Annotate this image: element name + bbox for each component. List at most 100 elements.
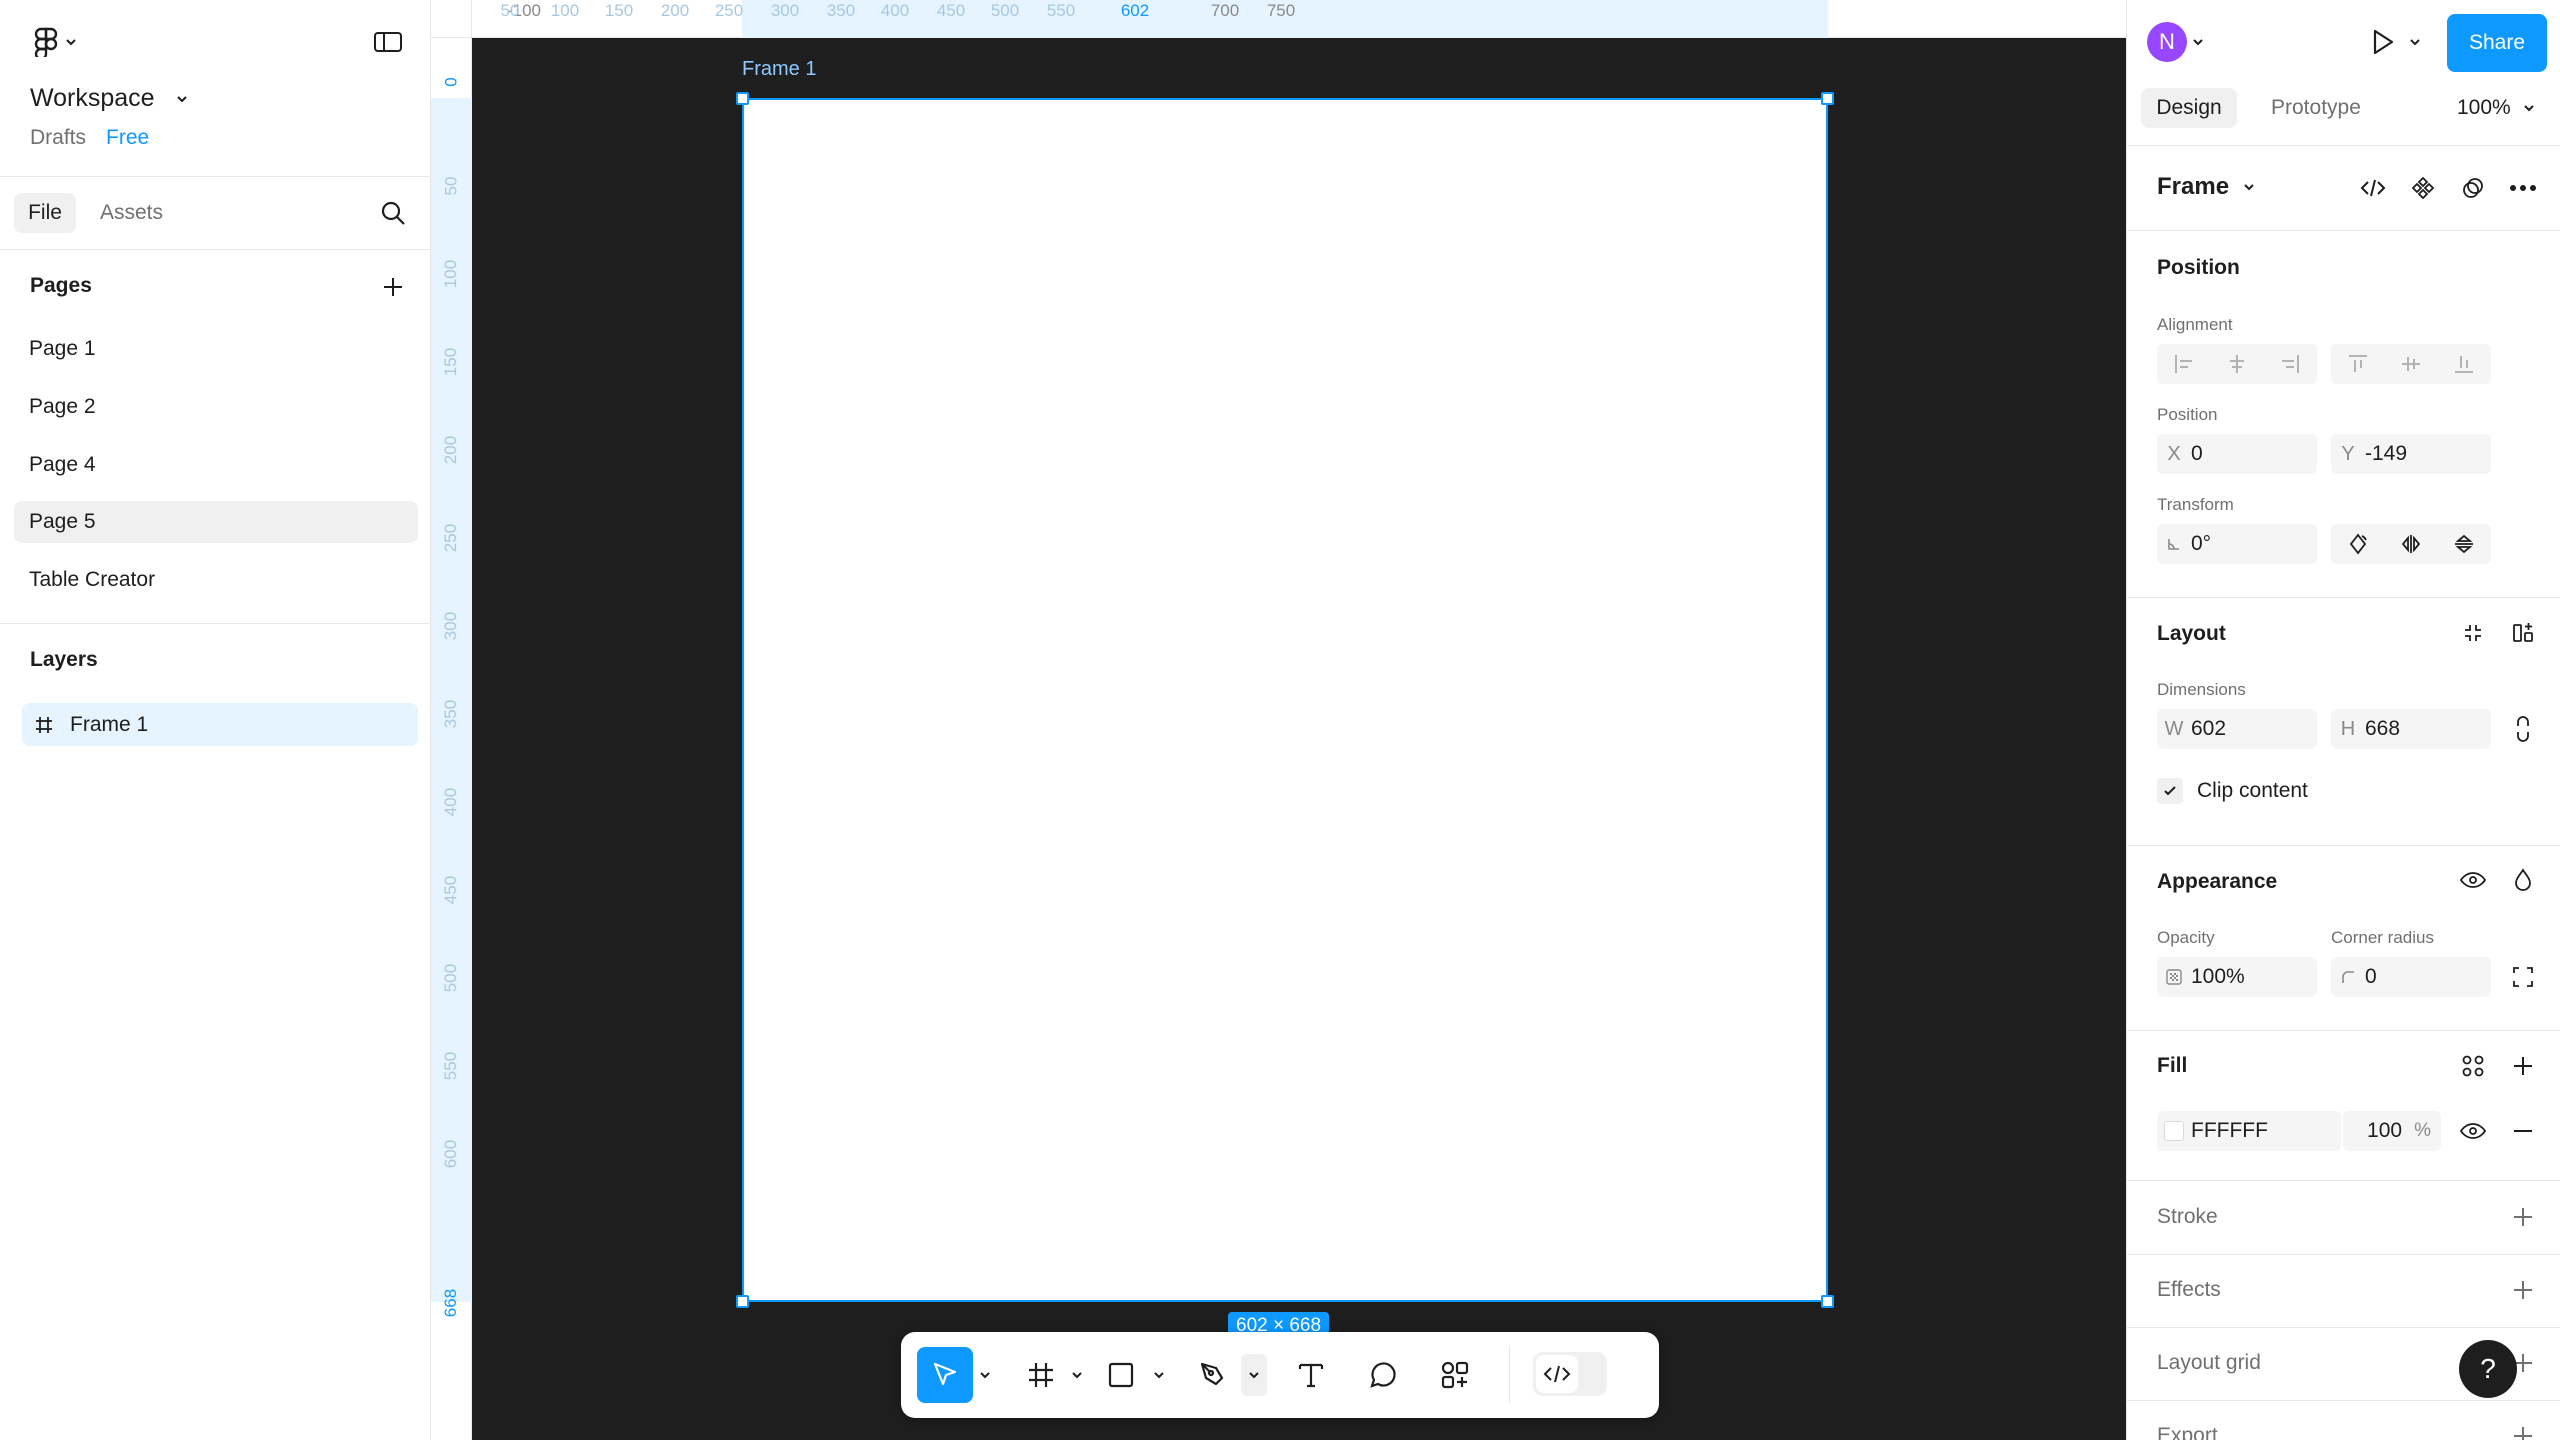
tab-assets[interactable]: Assets xyxy=(86,193,177,233)
page-item[interactable]: Table Creator xyxy=(14,559,418,601)
page-item[interactable]: Page 1 xyxy=(14,328,418,370)
align-right-button[interactable] xyxy=(2263,344,2316,384)
share-button[interactable]: Share xyxy=(2447,14,2547,72)
vertical-ruler[interactable]: 0 50 100 150 200 250 300 350 400 450 500 550 600 668 xyxy=(431,38,472,1440)
remove-fill-button[interactable] xyxy=(2503,1111,2543,1151)
add-page-button[interactable] xyxy=(376,270,410,304)
avatar[interactable]: N xyxy=(2147,22,2187,62)
actions-tool-button[interactable] xyxy=(1427,1347,1483,1403)
rotation-field[interactable]: 0° xyxy=(2157,524,2317,564)
constrain-proportions-button[interactable] xyxy=(2503,709,2543,749)
fill-styles-button[interactable] xyxy=(2453,1046,2493,1086)
clip-content-checkbox[interactable]: Clip content xyxy=(2157,778,2308,804)
chevron-down-icon xyxy=(2410,39,2420,46)
opacity-label: Opacity xyxy=(2157,928,2215,947)
fill-opacity-value: 100 xyxy=(2367,1119,2403,1142)
move-tool-button[interactable] xyxy=(917,1347,973,1403)
help-button[interactable]: ? xyxy=(2459,1340,2517,1398)
add-auto-layout-button[interactable] xyxy=(2503,613,2543,653)
drafts-link[interactable]: Drafts xyxy=(30,126,86,150)
blend-mode-button[interactable] xyxy=(2503,860,2543,900)
dev-mode-toggle[interactable] xyxy=(1533,1352,1607,1396)
transform-label: Transform xyxy=(2157,495,2234,514)
ruler-tick-label: 400 xyxy=(880,1,910,20)
add-stroke-button[interactable] xyxy=(2503,1197,2543,1237)
corner-radius-field[interactable]: 0 xyxy=(2331,957,2491,997)
more-icon xyxy=(2510,185,2536,191)
workspace-name: Workspace xyxy=(30,84,155,112)
avatar-menu[interactable] xyxy=(2189,32,2207,52)
fill-color-field[interactable]: FFFFFF xyxy=(2157,1111,2341,1151)
layers-header: Layers xyxy=(30,648,98,671)
resize-handle-tl[interactable] xyxy=(736,92,749,105)
resize-handle-tr[interactable] xyxy=(1821,92,1834,105)
add-effect-button[interactable] xyxy=(2503,1270,2543,1310)
text-tool-button[interactable] xyxy=(1283,1347,1339,1403)
align-bottom-button[interactable] xyxy=(2437,344,2490,384)
fill-visibility-button[interactable] xyxy=(2453,1111,2493,1151)
align-center-h-button[interactable] xyxy=(2210,344,2263,384)
workspace-selector[interactable]: Workspace xyxy=(30,84,189,113)
align-left-button[interactable] xyxy=(2157,344,2210,384)
layer-item-frame-1[interactable]: Frame 1 xyxy=(22,703,418,746)
search-button[interactable] xyxy=(374,194,412,232)
main-menu-button[interactable] xyxy=(28,24,84,60)
toggle-visibility-button[interactable] xyxy=(2453,860,2493,900)
code-view-button[interactable] xyxy=(2353,168,2393,208)
tab-file[interactable]: File xyxy=(14,193,76,233)
create-component-button[interactable] xyxy=(2403,168,2443,208)
canvas[interactable]: Frame 1 602 × 668 xyxy=(472,38,2126,1440)
sidebar-toggle-button[interactable] xyxy=(370,26,406,58)
present-button[interactable] xyxy=(2363,22,2403,62)
fill-percent-sign: % xyxy=(2414,1120,2431,1141)
frame-1[interactable] xyxy=(736,92,1834,1308)
pen-tool-menu[interactable] xyxy=(1241,1354,1267,1396)
corner-radius-label: Corner radius xyxy=(2331,928,2434,947)
page-item[interactable]: Page 2 xyxy=(14,386,418,428)
ruler-tick-text: 0 xyxy=(441,77,461,87)
independent-corners-button[interactable] xyxy=(2503,957,2543,997)
flip-vertical-button[interactable] xyxy=(2437,524,2490,564)
plan-badge[interactable]: Free xyxy=(106,126,149,150)
pen-tool-button[interactable] xyxy=(1185,1347,1241,1403)
frame-name-label[interactable]: Frame 1 xyxy=(742,58,816,81)
comment-tool-button[interactable] xyxy=(1355,1347,1411,1403)
y-position-field[interactable]: Y -149 xyxy=(2331,434,2491,474)
resize-handle-bl[interactable] xyxy=(736,1295,749,1308)
chevron-down-icon xyxy=(2524,105,2534,112)
page-item[interactable]: Page 4 xyxy=(14,444,418,486)
frame-tool-menu[interactable] xyxy=(1067,1362,1087,1388)
page-item[interactable]: Page 5 xyxy=(14,501,418,543)
color-swatch[interactable] xyxy=(2157,1121,2191,1141)
x-position-field[interactable]: X 0 xyxy=(2157,434,2317,474)
more-options-button[interactable] xyxy=(2503,168,2543,208)
chevron-down-icon xyxy=(1154,1372,1164,1379)
tab-prototype[interactable]: Prototype xyxy=(2259,88,2373,128)
ruler-tick-text: 100 xyxy=(441,259,461,289)
collapse-layout-button[interactable] xyxy=(2453,613,2493,653)
frame-type-selector[interactable]: Frame xyxy=(2157,173,2255,201)
frame-tool-button[interactable] xyxy=(1013,1347,1069,1403)
align-middle-button[interactable] xyxy=(2384,344,2437,384)
fill-opacity-field[interactable]: 100 % xyxy=(2343,1111,2441,1151)
rectangle-tool-button[interactable] xyxy=(1093,1347,1149,1403)
shape-tool-menu[interactable] xyxy=(1149,1362,1169,1388)
ruler-tick-label: 200 xyxy=(431,420,472,480)
height-field[interactable]: H 668 xyxy=(2331,709,2491,749)
width-field[interactable]: W 602 xyxy=(2157,709,2317,749)
ruler-tick-label: 100 xyxy=(431,244,472,304)
rotate-90-button[interactable] xyxy=(2331,524,2384,564)
boolean-ops-button[interactable] xyxy=(2453,168,2493,208)
move-tool-menu[interactable] xyxy=(975,1362,995,1388)
chevron-down-icon xyxy=(1249,1372,1259,1379)
flip-horizontal-button[interactable] xyxy=(2384,524,2437,564)
zoom-selector[interactable]: 100% xyxy=(2447,88,2545,128)
present-menu[interactable] xyxy=(2405,32,2425,52)
opacity-field[interactable]: 100% xyxy=(2157,957,2317,997)
add-fill-button[interactable] xyxy=(2503,1046,2543,1086)
add-export-button[interactable] xyxy=(2503,1416,2543,1440)
horizontal-ruler[interactable]: -100050100150200250300350400450500550602… xyxy=(431,0,2126,38)
align-top-button[interactable] xyxy=(2331,344,2384,384)
tab-design[interactable]: Design xyxy=(2141,88,2237,128)
resize-handle-br[interactable] xyxy=(1821,1295,1834,1308)
